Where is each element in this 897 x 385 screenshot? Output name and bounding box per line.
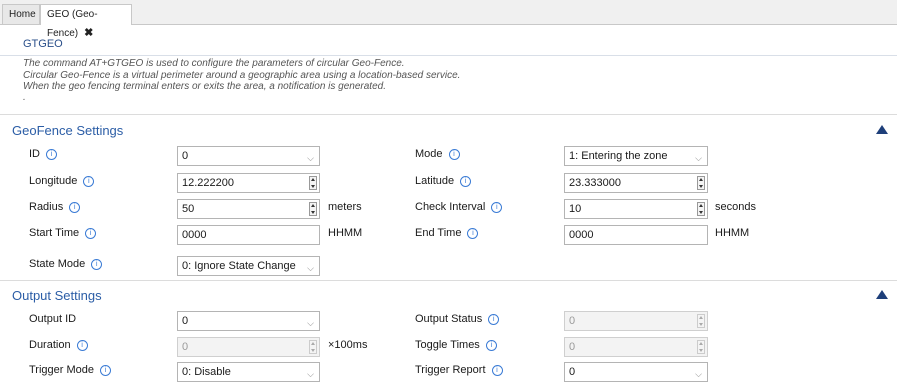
geofence-settings-title: GeoFence Settings: [12, 123, 124, 138]
chevron-down-icon: ⌵: [307, 263, 314, 273]
info-icon[interactable]: i: [69, 202, 81, 213]
duration-stepper: 0: [177, 337, 320, 357]
info-icon[interactable]: i: [76, 340, 88, 351]
radius-stepper[interactable]: 50: [177, 199, 320, 219]
id-select[interactable]: 0 ⌵: [177, 146, 320, 166]
output-status-stepper: 0: [564, 311, 708, 331]
info-icon[interactable]: i: [83, 176, 95, 187]
spinner-icon: [309, 340, 317, 354]
description-line-2: Circular Geo-Fence is a virtual perimete…: [23, 70, 461, 81]
collapse-geofence-icon[interactable]: [876, 125, 888, 134]
chevron-down-icon: ⌵: [307, 153, 314, 163]
output-id-select[interactable]: 0 ⌵: [177, 311, 320, 331]
start-time-label: Start Time i: [29, 227, 97, 239]
longitude-stepper[interactable]: 12.222200: [177, 173, 320, 193]
tab-bar: Home GEO (Geo-Fence) ✖: [0, 0, 897, 39]
trigger-mode-select[interactable]: 0: Disable ⌵: [177, 362, 320, 382]
duration-label: Duration i: [29, 339, 88, 351]
mode-label: Mode i: [415, 148, 460, 160]
spinner-icon[interactable]: [697, 202, 705, 216]
check-interval-stepper[interactable]: 10: [564, 199, 708, 219]
spinner-icon: [697, 340, 705, 354]
chevron-down-icon: ⌵: [695, 369, 702, 379]
spinner-icon[interactable]: [309, 202, 317, 216]
mode-select[interactable]: 1: Entering the zone ⌵: [564, 146, 708, 166]
description-line-4: .: [23, 92, 26, 103]
start-time-unit: HHMM: [328, 227, 363, 239]
check-interval-label: Check Interval i: [415, 201, 503, 213]
description-line-3: When the geo fencing terminal enters or …: [23, 81, 386, 92]
spinner-icon[interactable]: [697, 176, 705, 190]
radius-label: Radius i: [29, 201, 81, 213]
check-interval-unit: seconds: [715, 201, 756, 213]
longitude-label: Longitude i: [29, 175, 95, 187]
chevron-down-icon: ⌵: [695, 153, 702, 163]
tab-geo-fence[interactable]: GEO (Geo-Fence) ✖: [40, 4, 132, 39]
info-icon[interactable]: i: [467, 228, 479, 239]
start-time-input[interactable]: 0000: [177, 225, 320, 245]
trigger-report-select[interactable]: 0 ⌵: [564, 362, 708, 382]
tab-home-label: Home: [9, 9, 36, 20]
command-header: GTGEO The command AT+GTGEO is used to co…: [0, 25, 897, 113]
collapse-output-icon[interactable]: [876, 290, 888, 299]
command-title: GTGEO: [23, 38, 63, 50]
toggle-times-stepper: 0: [564, 337, 708, 357]
info-icon[interactable]: i: [85, 228, 97, 239]
toggle-times-label: Toggle Times i: [415, 339, 497, 351]
spinner-icon[interactable]: [309, 176, 317, 190]
end-time-input[interactable]: 0000: [564, 225, 708, 245]
output-status-label: Output Status i: [415, 313, 500, 325]
radius-unit: meters: [328, 201, 362, 213]
state-mode-select[interactable]: 0: Ignore State Change ⌵: [177, 256, 320, 276]
info-icon[interactable]: i: [448, 149, 460, 160]
duration-unit: ×100ms: [328, 339, 368, 351]
info-icon[interactable]: i: [491, 202, 503, 213]
id-label: ID i: [29, 148, 57, 160]
info-icon[interactable]: i: [91, 259, 103, 270]
chevron-down-icon: ⌵: [307, 318, 314, 328]
latitude-stepper[interactable]: 23.333000: [564, 173, 708, 193]
output-settings-title: Output Settings: [12, 288, 102, 303]
info-icon[interactable]: i: [485, 340, 497, 351]
spinner-icon: [697, 314, 705, 328]
info-icon[interactable]: i: [491, 365, 503, 376]
section-divider: [0, 280, 897, 281]
trigger-mode-label: Trigger Mode i: [29, 364, 112, 376]
info-icon[interactable]: i: [460, 176, 472, 187]
end-time-unit: HHMM: [715, 227, 750, 239]
latitude-label: Latitude i: [415, 175, 472, 187]
info-icon[interactable]: i: [488, 314, 500, 325]
description-line-1: The command AT+GTGEO is used to configur…: [23, 58, 405, 69]
section-divider: [0, 114, 897, 115]
trigger-report-label: Trigger Report i: [415, 364, 503, 376]
state-mode-label: State Mode i: [29, 258, 103, 270]
info-icon[interactable]: i: [46, 149, 57, 160]
info-icon[interactable]: i: [100, 365, 112, 376]
chevron-down-icon: ⌵: [307, 369, 314, 379]
header-divider: [0, 55, 897, 56]
tab-home[interactable]: Home: [2, 4, 40, 24]
output-id-label: Output ID: [29, 313, 77, 325]
end-time-label: End Time i: [415, 227, 479, 239]
